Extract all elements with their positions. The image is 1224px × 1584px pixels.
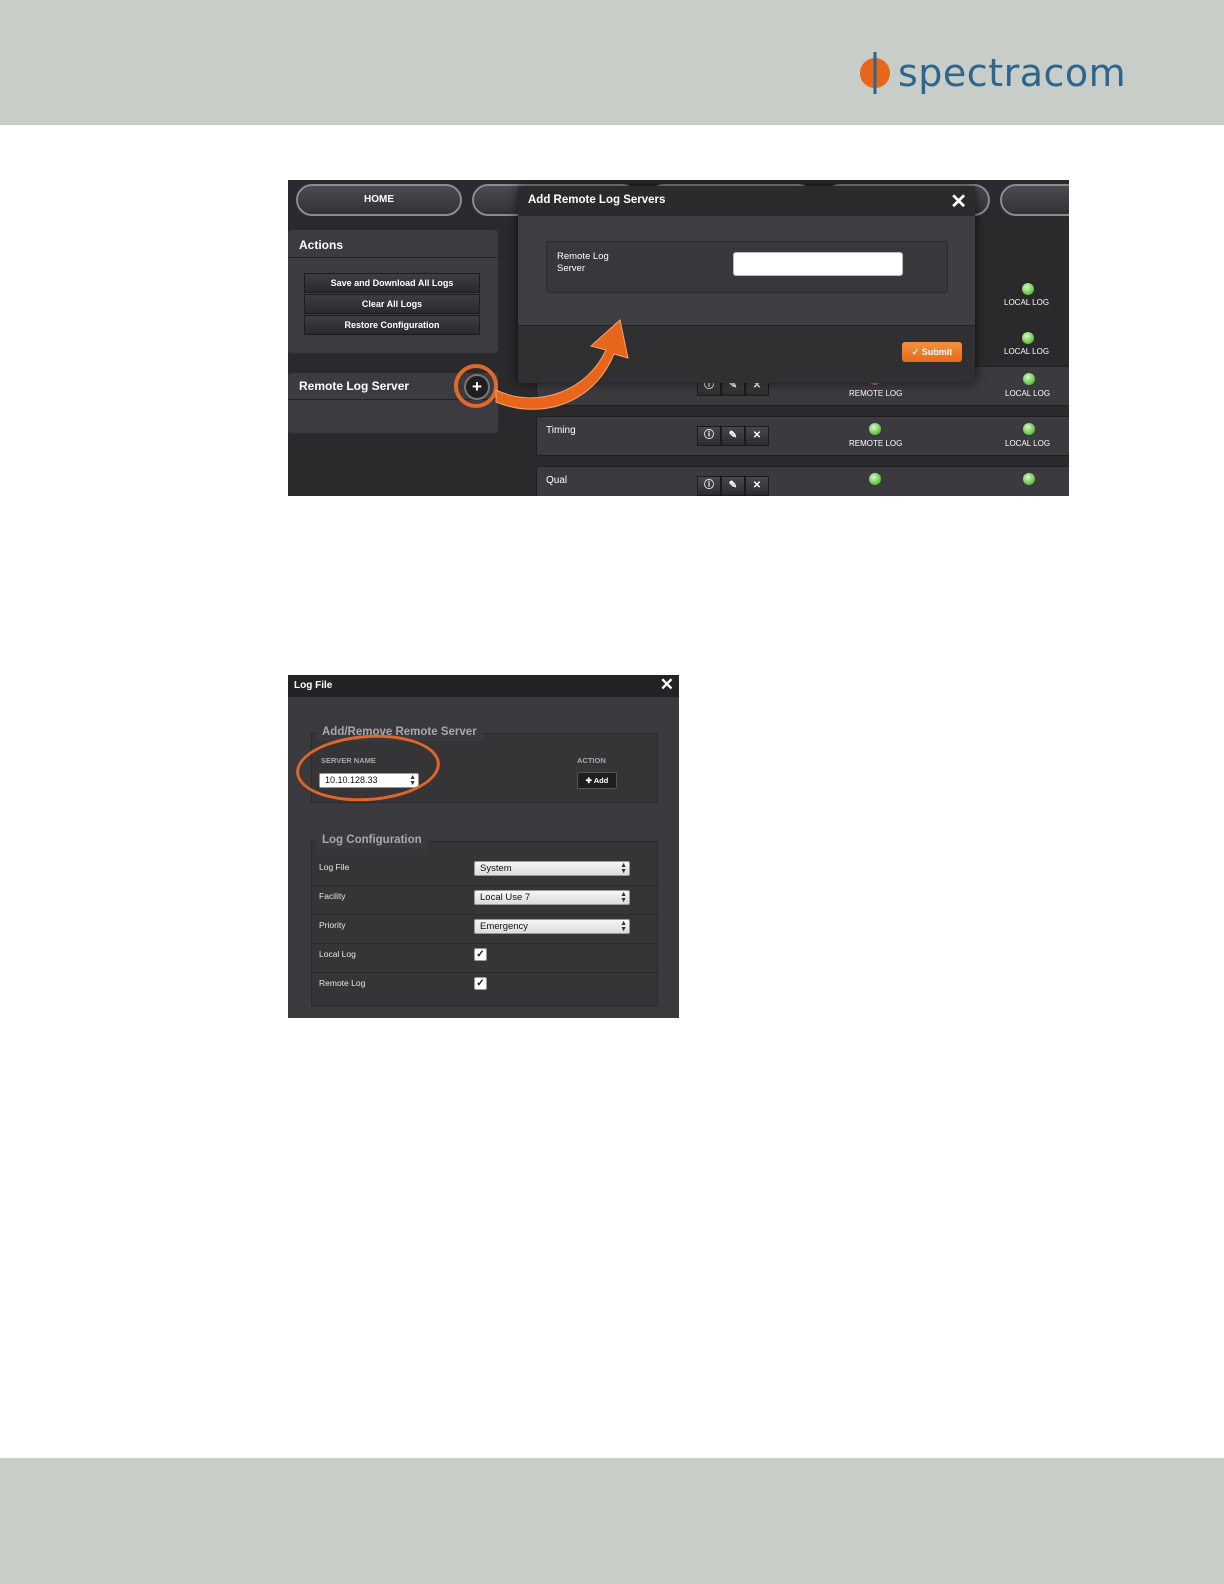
section-legend: Log Configuration xyxy=(316,831,428,849)
facility-value: Local Use 7 xyxy=(480,892,531,903)
log-file-label: Log File xyxy=(319,862,350,872)
spectracom-logo-icon xyxy=(860,52,890,94)
add-icon: ✚ xyxy=(585,776,592,785)
facility-select[interactable]: Local Use 7 ▲ ▼ xyxy=(474,890,630,905)
close-icon[interactable]: ✕ xyxy=(660,675,674,695)
brand-logo: spectracom xyxy=(858,50,1126,96)
priority-label: Priority xyxy=(319,920,346,930)
priority-value: Emergency xyxy=(480,921,529,932)
local-log-checkbox[interactable]: ✓ xyxy=(474,948,487,961)
select-arrows-icon: ▲ ▼ xyxy=(620,862,627,875)
add-server-button[interactable]: ✚ Add xyxy=(577,772,617,789)
config-row-local-log: Local Log ✓ xyxy=(312,943,657,973)
config-row-log-file: Log File System ▲ ▼ xyxy=(312,856,657,886)
select-arrows-icon: ▲ ▼ xyxy=(620,920,627,933)
facility-label: Facility xyxy=(319,891,346,901)
select-arrows-icon: ▲ ▼ xyxy=(620,891,627,904)
column-header-action: ACTION xyxy=(577,756,606,765)
local-log-label: Local Log xyxy=(319,949,356,959)
remote-log-label: Remote Log xyxy=(319,978,366,988)
page-footer xyxy=(0,1458,1224,1584)
log-file-select[interactable]: System ▲ ▼ xyxy=(474,861,630,876)
brand-name: spectracom xyxy=(898,51,1127,95)
config-row-priority: Priority Emergency ▲ ▼ xyxy=(312,914,657,944)
priority-select[interactable]: Emergency ▲ ▼ xyxy=(474,919,630,934)
config-row-remote-log: Remote Log ✓ xyxy=(312,972,657,1001)
orange-arrow-icon xyxy=(495,319,629,410)
screenshot-add-remote-log-servers: HOME Actions Save and Download All Logs … xyxy=(288,180,1069,496)
dialog-title: Log File xyxy=(294,680,333,691)
screenshot-log-file-dialog: Log File ✕ Add/Remove Remote Server SERV… xyxy=(288,675,679,1018)
config-row-facility: Facility Local Use 7 ▲ ▼ xyxy=(312,885,657,915)
remote-log-checkbox[interactable]: ✓ xyxy=(474,977,487,990)
dialog-header: Log File ✕ xyxy=(288,675,679,697)
log-file-value: System xyxy=(480,863,512,874)
add-label: Add xyxy=(593,776,609,785)
log-configuration-section: Log Configuration Log File System ▲ ▼ Fac… xyxy=(311,831,658,1006)
page-header: spectracom xyxy=(0,0,1224,125)
